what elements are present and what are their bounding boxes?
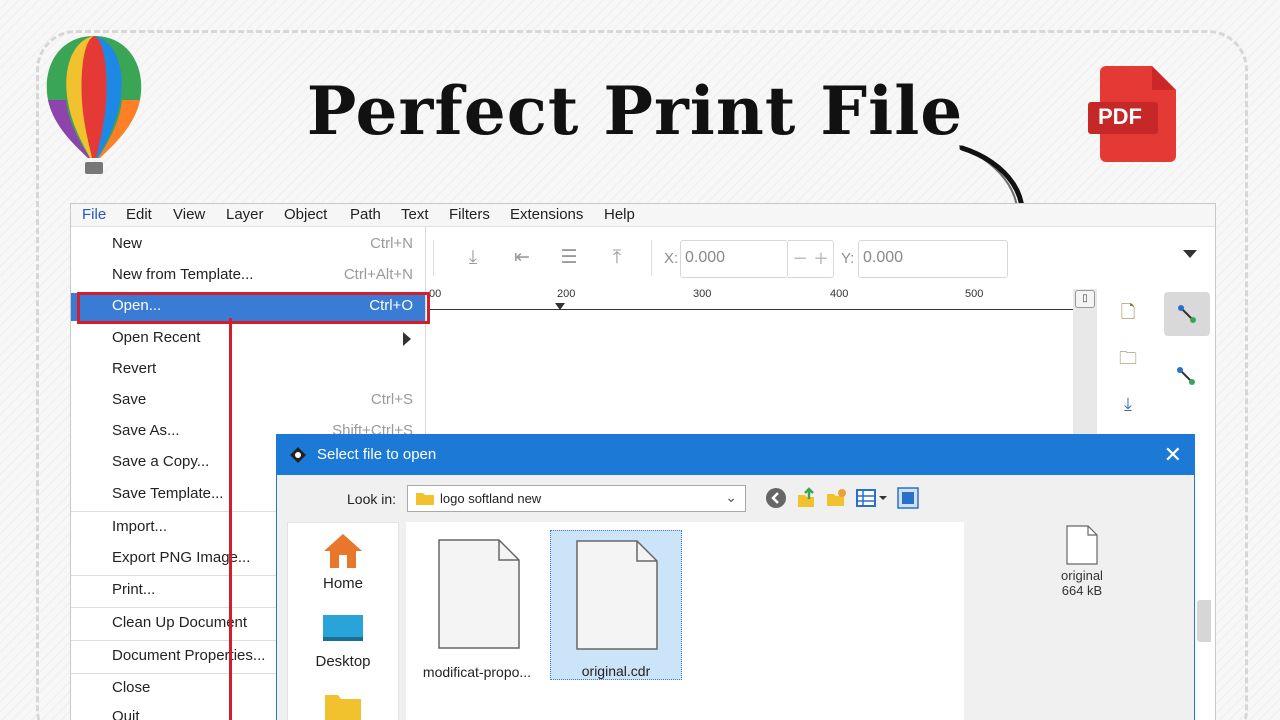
file-icon xyxy=(438,539,520,649)
look-in-select[interactable]: logo softland new ⌄ xyxy=(407,485,746,512)
file-name: original.cdr xyxy=(581,663,651,679)
y-label: Y: xyxy=(841,250,855,267)
menu-help[interactable]: Help xyxy=(604,206,635,223)
menu-layer[interactable]: Layer xyxy=(226,206,264,223)
menubar: File Edit View Layer Object Path Text Fi… xyxy=(71,204,1215,227)
horizontal-ruler: 00 200 300 400 500 xyxy=(427,288,1087,310)
ruler-label: 00 xyxy=(429,288,442,300)
annotation-highlight-box xyxy=(77,292,430,324)
place-label: Desktop xyxy=(315,653,371,670)
ruler-label: 500 xyxy=(965,288,984,300)
menu-item-new[interactable]: New Ctrl+N xyxy=(71,231,425,259)
file-name: modificat-propo... xyxy=(422,664,532,680)
x-stepper[interactable]: − + xyxy=(788,240,834,278)
file-item[interactable]: modificat-propo... xyxy=(411,530,543,680)
ruler-label: 300 xyxy=(693,288,712,300)
preview-toggle-icon[interactable] xyxy=(897,487,919,509)
side-panel-edge xyxy=(1197,600,1211,642)
menu-file[interactable]: File xyxy=(82,206,106,223)
file-icon xyxy=(1066,525,1098,565)
headline: Perfect Print File xyxy=(306,72,964,150)
save-icon[interactable]: ⤓ xyxy=(1115,392,1141,418)
place-home[interactable]: Home xyxy=(288,531,398,592)
ruler-pointer xyxy=(555,303,565,310)
place-label: Home xyxy=(322,575,363,592)
home-icon xyxy=(324,534,362,568)
file-icon xyxy=(576,540,658,650)
ruler-label: 200 xyxy=(557,288,576,300)
new-document-icon[interactable]: 🗋 xyxy=(1115,300,1141,326)
toolbar-separator xyxy=(651,240,652,276)
open-file-dialog: Select file to open ✕ Look in: logo soft… xyxy=(276,434,1195,720)
back-icon[interactable] xyxy=(765,487,787,509)
folder-icon xyxy=(416,493,434,505)
menu-path[interactable]: Path xyxy=(350,206,381,223)
scroll-lock-icon[interactable]: ▯ xyxy=(1075,290,1095,308)
menu-item-save[interactable]: Save Ctrl+S xyxy=(71,387,425,415)
menu-filters[interactable]: Filters xyxy=(449,206,490,223)
preview-size: 664 kB xyxy=(1061,583,1103,598)
x-increment[interactable]: + xyxy=(813,248,828,269)
x-decrement[interactable]: − xyxy=(793,248,808,269)
pdf-badge-label: PDF xyxy=(1098,104,1142,129)
places-sidebar: Home Desktop xyxy=(287,522,399,720)
x-label: X: xyxy=(664,250,679,267)
dialog-titlebar: Select file to open ✕ xyxy=(277,435,1194,475)
align-top-icon[interactable]: ⤒ xyxy=(606,246,628,268)
view-menu-icon[interactable] xyxy=(855,487,889,509)
snap-toggle-button[interactable] xyxy=(1164,292,1210,336)
file-preview: original 664 kB xyxy=(1017,525,1147,598)
menu-object[interactable]: Object xyxy=(284,206,327,223)
app-icon xyxy=(290,447,306,463)
dialog-title: Select file to open xyxy=(317,446,437,463)
file-list: modificat-propo... original.cdr xyxy=(406,522,964,720)
place-desktop[interactable]: Desktop xyxy=(288,611,398,670)
menu-edit[interactable]: Edit xyxy=(126,206,152,223)
place-folder[interactable] xyxy=(288,691,398,720)
preview-name: original xyxy=(1061,568,1103,583)
align-bottom-icon[interactable]: ⤓ xyxy=(462,246,484,268)
menu-text[interactable]: Text xyxy=(401,206,429,223)
new-folder-icon[interactable] xyxy=(825,487,847,509)
submenu-arrow-icon xyxy=(403,332,411,346)
snap-icon xyxy=(1178,305,1196,323)
look-in-value: logo softland new xyxy=(440,491,542,506)
up-folder-icon[interactable] xyxy=(795,487,817,509)
menu-extensions[interactable]: Extensions xyxy=(510,206,583,223)
ruler-label: 400 xyxy=(830,288,849,300)
chevron-down-icon: ⌄ xyxy=(725,489,737,505)
menu-view[interactable]: View xyxy=(173,206,205,223)
toolbar: ⤓ ⇤ ☰ ⤒ X: 0.000 − + Y: 0.000 xyxy=(427,228,1215,288)
close-icon[interactable]: ✕ xyxy=(1164,442,1182,468)
snap-nodes-icon[interactable] xyxy=(1176,366,1196,386)
toolbar-separator xyxy=(433,240,434,276)
y-input[interactable]: 0.000 xyxy=(858,240,1008,278)
menu-item-new-from-template[interactable]: New from Template... Ctrl+Alt+N xyxy=(71,262,425,290)
menu-item-open-recent[interactable]: Open Recent xyxy=(71,325,425,353)
x-input[interactable]: 0.000 xyxy=(680,240,788,278)
menu-item-revert[interactable]: Revert xyxy=(71,356,425,384)
annotation-line xyxy=(229,318,232,720)
desktop-icon xyxy=(323,615,363,641)
align-left-icon[interactable]: ⇤ xyxy=(511,246,533,268)
toolbar-overflow-icon[interactable] xyxy=(1183,250,1197,258)
align-center-icon[interactable]: ☰ xyxy=(558,246,580,268)
folder-icon xyxy=(325,695,361,720)
file-item-selected[interactable]: original.cdr xyxy=(550,530,682,680)
look-in-label: Look in: xyxy=(347,491,397,507)
open-folder-icon[interactable]: 🗀 xyxy=(1115,346,1141,372)
